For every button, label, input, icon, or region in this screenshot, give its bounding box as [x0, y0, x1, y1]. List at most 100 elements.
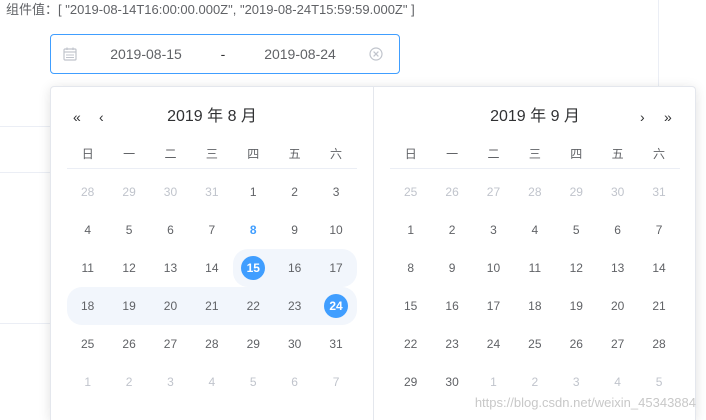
date-cell[interactable]: 16	[431, 287, 472, 325]
date-cell[interactable]: 29	[108, 173, 149, 211]
date-cell[interactable]: 23	[273, 287, 316, 325]
date-cell[interactable]: 5	[556, 211, 597, 249]
date-cell[interactable]: 31	[191, 173, 232, 211]
date-cell[interactable]: 7	[638, 211, 679, 249]
date-cell[interactable]: 23	[431, 325, 472, 363]
date-cell[interactable]: 30	[597, 173, 638, 211]
date-cell[interactable]: 3	[150, 363, 191, 401]
date-range-picker-panel: « ‹ 2019 年 8 月 日一二三四五六 28 29 30 31 1 2 3 4 5 6 7 8 9 1…	[50, 86, 696, 420]
date-cell[interactable]: 8	[233, 211, 274, 249]
date-cell[interactable]: 21	[638, 287, 679, 325]
date-cell[interactable]: 7	[191, 211, 232, 249]
date-cell[interactable]: 11	[67, 249, 108, 287]
date-label: 18	[81, 299, 95, 313]
date-cell[interactable]: 7	[315, 363, 356, 401]
date-cell[interactable]: 22	[390, 325, 431, 363]
date-cell[interactable]: 12	[108, 249, 149, 287]
date-cell[interactable]: 3	[315, 173, 356, 211]
date-label: 26	[445, 185, 459, 199]
date-cell[interactable]: 1	[233, 173, 274, 211]
date-cell[interactable]: 26	[556, 325, 597, 363]
date-row: 22 23 24 25 26 27 28	[390, 325, 680, 363]
date-cell[interactable]: 10	[315, 211, 356, 249]
date-cell[interactable]: 6	[597, 211, 638, 249]
date-range-input[interactable]: 2019-08-15 - 2019-08-24	[50, 34, 400, 74]
date-cell[interactable]: 31	[638, 173, 679, 211]
date-cell[interactable]: 1	[390, 211, 431, 249]
date-cell[interactable]: 27	[597, 325, 638, 363]
date-cell[interactable]: 28	[638, 325, 679, 363]
date-cell[interactable]: 6	[274, 363, 315, 401]
date-cell[interactable]: 1	[67, 363, 108, 401]
date-cell[interactable]: 6	[150, 211, 191, 249]
date-cell[interactable]: 18	[514, 287, 555, 325]
circle-close-icon[interactable]	[369, 47, 383, 61]
date-cell[interactable]: 20	[597, 287, 638, 325]
date-cell[interactable]: 29	[233, 325, 274, 363]
date-cell[interactable]: 29	[390, 363, 431, 401]
page-divider	[0, 172, 52, 173]
date-cell[interactable]: 27	[473, 173, 514, 211]
date-cell[interactable]: 3	[473, 211, 514, 249]
date-cell[interactable]: 26	[431, 173, 472, 211]
date-cell[interactable]: 16	[273, 249, 316, 287]
date-cell[interactable]: 2	[431, 211, 472, 249]
next-month-button[interactable]: ›	[640, 107, 645, 127]
date-cell[interactable]: 29	[556, 173, 597, 211]
date-label: 11	[81, 261, 94, 275]
date-cell[interactable]: 12	[556, 249, 597, 287]
date-cell[interactable]: 25	[514, 325, 555, 363]
date-cell[interactable]: 30	[274, 325, 315, 363]
next-year-button[interactable]: »	[664, 107, 672, 127]
date-cell[interactable]: 8	[390, 249, 431, 287]
date-cell[interactable]: 30	[150, 173, 191, 211]
date-cell[interactable]: 9	[431, 249, 472, 287]
date-cell[interactable]: 28	[514, 173, 555, 211]
weekday-label: 六	[653, 147, 666, 161]
date-cell[interactable]: 24	[473, 325, 514, 363]
date-cell[interactable]: 22	[232, 287, 274, 325]
date-cell[interactable]: 21	[191, 287, 233, 325]
date-cell[interactable]: 31	[315, 325, 356, 363]
date-cell[interactable]: 14	[191, 249, 232, 287]
start-date-input[interactable]: 2019-08-15	[91, 35, 201, 73]
range-start-date-cell[interactable]: 15	[232, 249, 274, 287]
date-cell[interactable]: 25	[390, 173, 431, 211]
date-cell[interactable]: 19	[556, 287, 597, 325]
range-end-date-cell[interactable]: 24	[315, 287, 357, 325]
date-cell[interactable]: 18	[67, 287, 109, 325]
date-cell[interactable]: 14	[638, 249, 679, 287]
date-cell[interactable]: 27	[150, 325, 191, 363]
date-cell[interactable]: 13	[597, 249, 638, 287]
right-month-title: 2019 年 9 月	[490, 108, 580, 125]
date-cell[interactable]: 2	[108, 363, 149, 401]
date-cell[interactable]: 26	[108, 325, 149, 363]
date-cell[interactable]: 11	[514, 249, 555, 287]
date-label: 29	[122, 185, 136, 199]
date-cell[interactable]: 19	[108, 287, 150, 325]
date-label: 23	[445, 337, 459, 351]
date-cell[interactable]: 15	[390, 287, 431, 325]
weekday-label: 日	[404, 147, 417, 161]
date-cell[interactable]: 20	[149, 287, 192, 325]
date-cell[interactable]: 9	[274, 211, 315, 249]
date-cell[interactable]: 4	[67, 211, 108, 249]
date-cell[interactable]: 5	[233, 363, 274, 401]
date-cell[interactable]: 4	[191, 363, 232, 401]
date-cell[interactable]: 10	[473, 249, 514, 287]
date-cell[interactable]: 5	[108, 211, 149, 249]
end-date-input[interactable]: 2019-08-24	[245, 35, 355, 73]
weekday-header-row: 日一二三四五六	[390, 139, 680, 169]
date-cell[interactable]: 4	[514, 211, 555, 249]
date-cell[interactable]: 13	[150, 249, 191, 287]
date-row: 28 29 30 31 1 2 3	[67, 173, 357, 211]
date-cell[interactable]: 28	[67, 173, 108, 211]
date-cell[interactable]: 25	[67, 325, 108, 363]
weekday-label: 一	[123, 147, 136, 161]
date-label: 23	[287, 299, 302, 313]
date-cell[interactable]: 17	[315, 249, 357, 287]
date-cell[interactable]: 30	[431, 363, 472, 401]
date-cell[interactable]: 17	[473, 287, 514, 325]
date-cell[interactable]: 2	[274, 173, 315, 211]
date-cell[interactable]: 28	[191, 325, 232, 363]
